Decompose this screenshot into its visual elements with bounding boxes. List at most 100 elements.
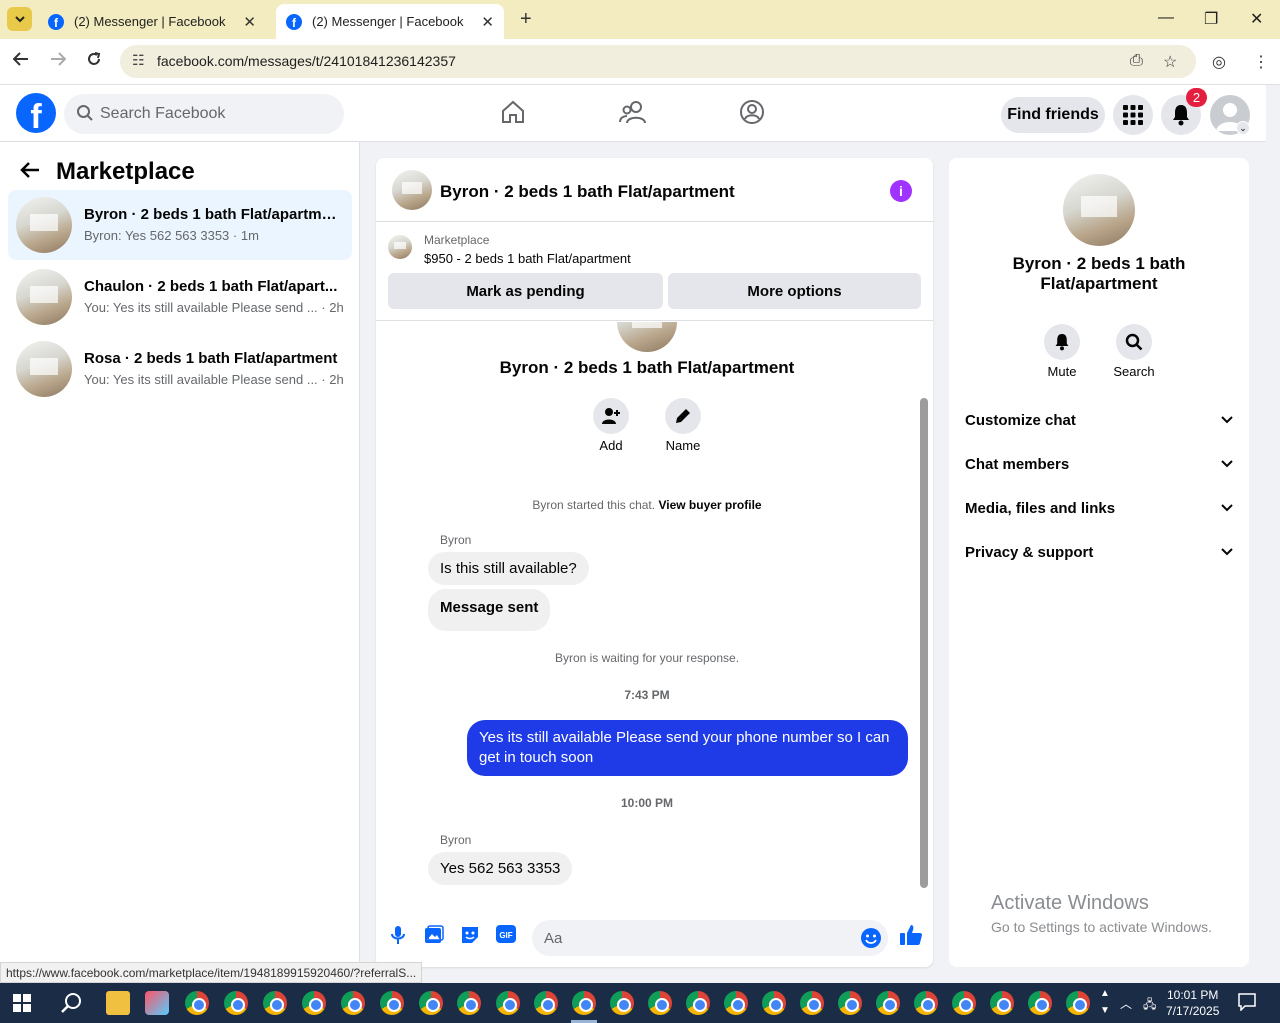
chevron-down-icon — [1221, 460, 1233, 468]
chrome-icon[interactable] — [1066, 991, 1090, 1015]
install-app-icon[interactable]: ⎙ — [1130, 52, 1143, 70]
chat-title[interactable]: Byron · 2 beds 1 bath Flat/apartment — [440, 182, 735, 202]
chrome-icon[interactable] — [838, 991, 862, 1015]
chrome-icon[interactable] — [952, 991, 976, 1015]
chrome-icon[interactable] — [914, 991, 938, 1015]
forward-button[interactable] — [50, 51, 67, 71]
chrome-icon[interactable] — [572, 991, 596, 1015]
info-icon[interactable]: i — [890, 180, 912, 202]
customize-chat-section[interactable]: Customize chat — [965, 408, 1233, 432]
groups-nav-button[interactable] — [739, 99, 765, 130]
listing-price[interactable]: $950 - 2 beds 1 bath Flat/apartment — [424, 251, 631, 266]
privacy-support-section[interactable]: Privacy & support — [965, 540, 1233, 564]
activate-subtitle: Go to Settings to activate Windows. — [991, 919, 1212, 935]
restore-button[interactable]: ❐ — [1204, 9, 1218, 29]
taskbar-clock[interactable]: 10:01 PM 7/17/2025 — [1166, 987, 1219, 1019]
tray-expand-icon[interactable]: ︿ — [1120, 995, 1132, 1012]
tab-search-button[interactable] — [7, 7, 32, 31]
edit-name-button[interactable] — [665, 398, 701, 434]
new-tab-button[interactable]: + — [520, 8, 532, 31]
chrome-icon[interactable] — [419, 991, 443, 1015]
browser-tab-active[interactable]: f (2) Messenger | Facebook ✕ — [276, 4, 504, 39]
minimize-button[interactable]: — — [1158, 9, 1174, 27]
network-icon[interactable]: 🖧 — [1143, 995, 1156, 1016]
reload-button[interactable] — [86, 51, 102, 72]
bookmark-star-icon[interactable]: ☆ — [1163, 52, 1177, 72]
conversation-item[interactable]: Rosa · 2 beds 1 bath Flat/apartment You:… — [8, 334, 352, 404]
chrome-icon[interactable] — [185, 991, 209, 1015]
conversation-item[interactable]: Byron · 2 beds 1 bath Flat/apartme... By… — [8, 190, 352, 260]
incoming-message[interactable]: Is this still available? — [428, 552, 589, 585]
message-list[interactable]: Byron · 2 beds 1 bath Flat/apartment Add… — [376, 322, 933, 896]
thumbs-up-icon[interactable] — [899, 923, 923, 952]
chrome-icon[interactable] — [686, 991, 710, 1015]
chat-scrollbar[interactable] — [918, 322, 930, 896]
back-button[interactable] — [12, 51, 29, 71]
start-button[interactable] — [13, 994, 31, 1017]
taskbar-search-button[interactable] — [60, 992, 82, 1019]
chrome-icon[interactable] — [876, 991, 900, 1015]
chrome-icon[interactable] — [762, 991, 786, 1015]
chat-avatar[interactable] — [392, 170, 432, 210]
conversation-item[interactable]: Chaulon · 2 beds 1 bath Flat/apart... Yo… — [8, 262, 352, 332]
address-bar[interactable]: ☷ facebook.com/messages/t/24101841236142… — [120, 45, 1196, 78]
emoji-icon[interactable] — [860, 927, 882, 949]
details-avatar[interactable] — [1063, 174, 1135, 246]
chrome-icon[interactable] — [457, 991, 481, 1015]
mark-pending-button[interactable]: Mark as pending — [388, 273, 663, 309]
close-tab-icon[interactable]: ✕ — [243, 13, 256, 31]
chrome-icon[interactable] — [1028, 991, 1052, 1015]
facebook-search-input[interactable]: Search Facebook — [64, 94, 344, 134]
browser-toolbar: ☷ facebook.com/messages/t/24101841236142… — [0, 39, 1280, 85]
waiting-notice: Byron is waiting for your response. — [554, 651, 740, 665]
chrome-icon[interactable] — [610, 991, 634, 1015]
chrome-icon[interactable] — [990, 991, 1014, 1015]
paint-app-icon[interactable] — [145, 991, 169, 1015]
chrome-icon[interactable] — [800, 991, 824, 1015]
search-chat-button[interactable] — [1116, 324, 1152, 360]
chrome-icon[interactable] — [263, 991, 287, 1015]
sticker-icon[interactable] — [460, 925, 480, 950]
outgoing-message[interactable]: Yes its still available Please send your… — [467, 720, 908, 776]
microphone-icon[interactable] — [390, 925, 406, 950]
scrollbar-thumb[interactable] — [920, 398, 928, 888]
home-icon — [502, 100, 524, 123]
account-chevron-icon[interactable]: ⌄ — [1236, 121, 1250, 135]
more-options-button[interactable]: More options — [668, 273, 921, 309]
chrome-icon[interactable] — [380, 991, 404, 1015]
menu-button[interactable] — [1113, 95, 1153, 135]
chat-members-section[interactable]: Chat members — [965, 452, 1233, 476]
chrome-icon[interactable] — [534, 991, 558, 1015]
back-arrow-icon[interactable] — [20, 159, 40, 185]
file-explorer-icon[interactable] — [106, 991, 130, 1015]
menu-dots-icon[interactable]: ⋮ — [1253, 52, 1269, 72]
chrome-icon[interactable] — [341, 991, 365, 1015]
photo-icon[interactable] — [424, 925, 444, 950]
page-scrollbar[interactable] — [1266, 85, 1280, 982]
message-input[interactable]: Aa — [532, 920, 888, 956]
mute-button[interactable] — [1044, 324, 1080, 360]
find-friends-button[interactable]: Find friends — [1001, 97, 1105, 133]
gif-icon[interactable]: GIF — [496, 925, 516, 948]
view-buyer-profile-link[interactable]: View buyer profile — [658, 498, 761, 512]
chrome-icon[interactable] — [224, 991, 248, 1015]
incoming-message[interactable]: Yes 562 563 3353 — [428, 852, 573, 885]
chrome-icon[interactable] — [302, 991, 326, 1015]
add-people-button[interactable] — [593, 398, 629, 434]
media-files-links-section[interactable]: Media, files and links — [965, 496, 1233, 520]
chrome-icon[interactable] — [724, 991, 748, 1015]
facebook-logo[interactable]: f — [16, 93, 56, 133]
incoming-message[interactable]: Message sent — [428, 589, 551, 631]
site-settings-icon[interactable]: ☷ — [132, 52, 145, 69]
friends-nav-button[interactable] — [619, 99, 647, 130]
close-window-button[interactable]: ✕ — [1250, 9, 1263, 29]
chrome-icon[interactable] — [648, 991, 672, 1015]
profile-icon[interactable]: ◎ — [1212, 52, 1226, 72]
taskbar-scroll-arrows[interactable]: ▲ ▼ — [1100, 985, 1110, 1019]
browser-tab[interactable]: f (2) Messenger | Facebook ✕ — [38, 4, 266, 39]
chrome-icon[interactable] — [496, 991, 520, 1015]
listing-thumbnail[interactable] — [388, 235, 412, 259]
close-tab-icon[interactable]: ✕ — [481, 13, 494, 31]
notification-center-icon[interactable] — [1238, 993, 1256, 1014]
home-nav-button[interactable] — [500, 99, 526, 130]
